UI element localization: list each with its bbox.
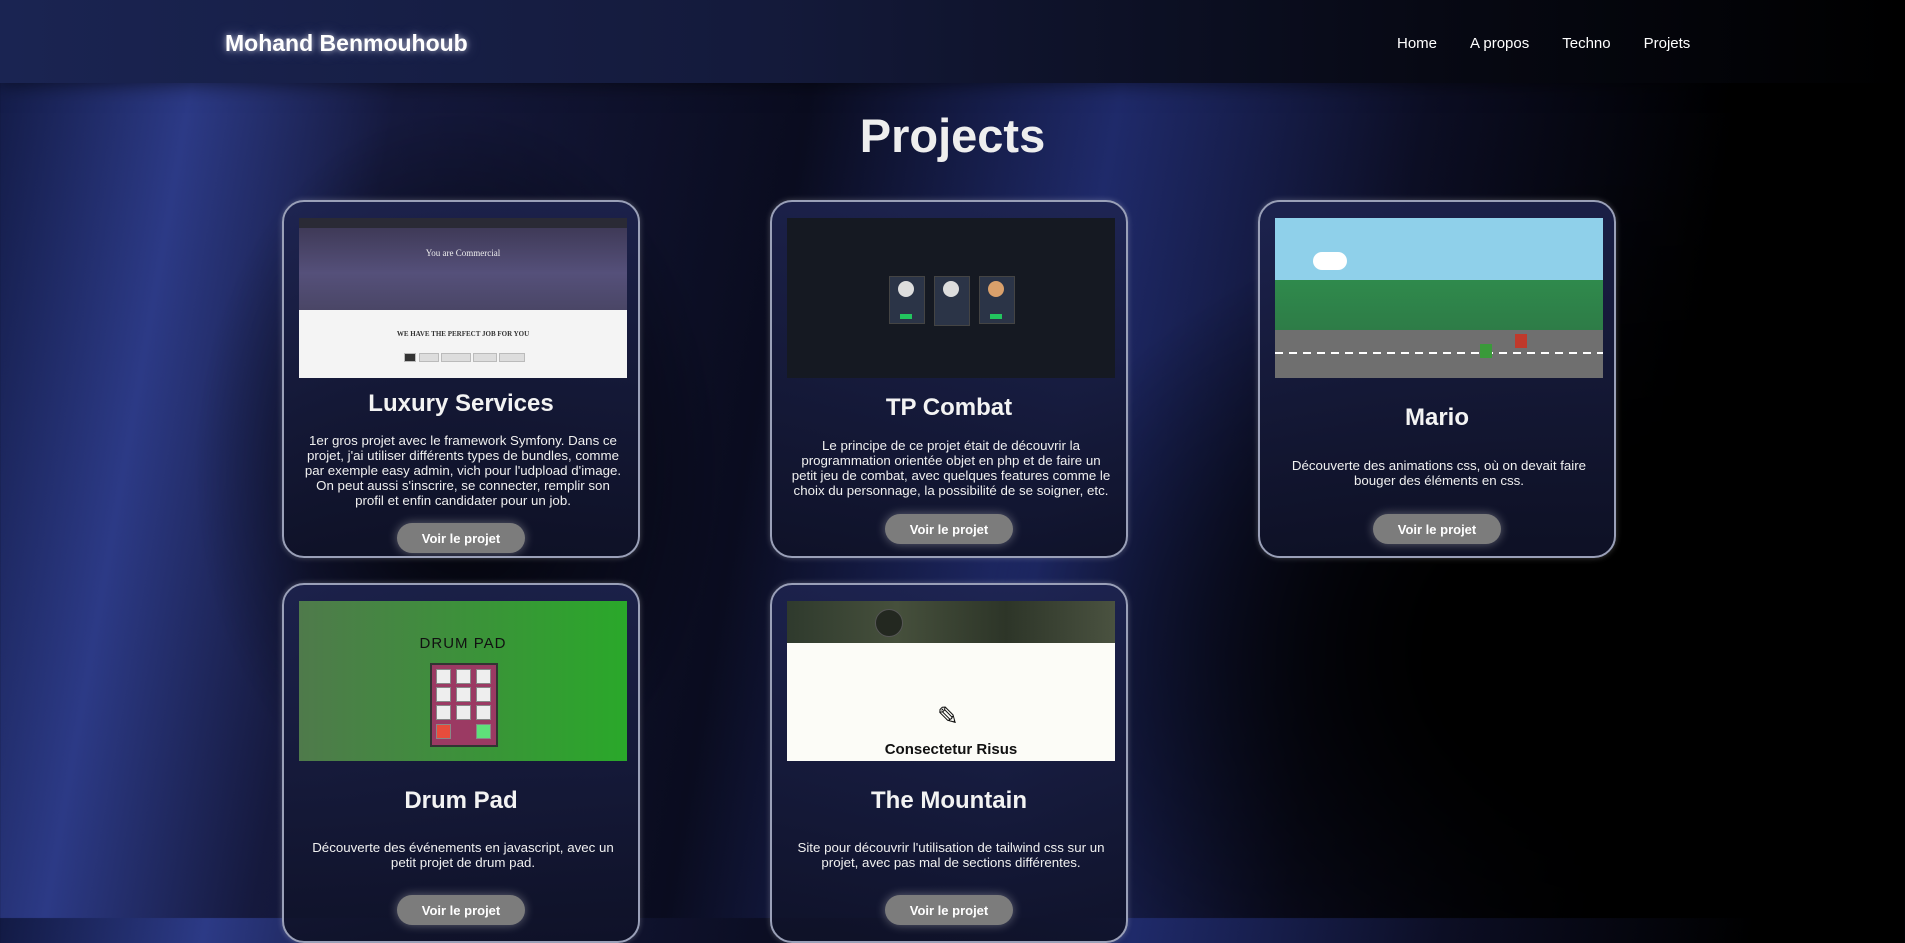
project-description: Le principe de ce projet était de découv…	[791, 438, 1111, 498]
project-description: 1er gros projet avec le framework Symfon…	[304, 433, 622, 508]
project-description: Site pour découvrir l'utilisation de tai…	[797, 840, 1105, 870]
pencil-icon: ✎	[937, 701, 959, 731]
nav-home[interactable]: Home	[1397, 35, 1437, 52]
cloud-icon	[1313, 252, 1347, 270]
project-card-drum-pad: DRUM PAD Drum Pad Découverte des événeme…	[282, 583, 640, 943]
project-description: Découverte des animations css, où on dev…	[1291, 458, 1587, 488]
view-project-button[interactable]: Voir le projet	[885, 895, 1013, 925]
project-thumbnail	[787, 218, 1115, 378]
project-card-the-mountain: ✎ Consectetur Risus The Mountain Site po…	[770, 583, 1128, 943]
project-thumbnail: You are Commercial WE HAVE THE PERFECT J…	[299, 218, 627, 378]
project-card-mario: Mario Découverte des animations css, où …	[1258, 200, 1616, 558]
project-title: Luxury Services	[368, 390, 554, 417]
drum-pad-grid	[430, 663, 498, 747]
thumb-heading: WE HAVE THE PERFECT JOB FOR YOU	[396, 330, 530, 338]
luigi-kart-icon	[1480, 344, 1492, 358]
nav-projets[interactable]: Projets	[1644, 35, 1691, 52]
site-header: Mohand Benmouhoub Home A propos Techno P…	[0, 0, 1905, 83]
project-card-luxury-services: You are Commercial WE HAVE THE PERFECT J…	[282, 200, 640, 558]
project-thumbnail: DRUM PAD	[299, 601, 627, 761]
project-title: TP Combat	[885, 394, 1013, 421]
thumb-hero-text: You are Commercial	[425, 248, 501, 258]
page-title: Projects	[859, 109, 1046, 162]
view-project-button[interactable]: Voir le projet	[397, 895, 525, 925]
view-project-button[interactable]: Voir le projet	[1373, 514, 1501, 544]
project-title: The Mountain	[871, 787, 1027, 814]
site-logo[interactable]: Mohand Benmouhoub	[225, 30, 468, 57]
thumb-heading: DRUM PAD	[419, 635, 507, 652]
mario-kart-icon	[1515, 334, 1527, 348]
nav-techno[interactable]: Techno	[1562, 35, 1610, 52]
nav-a-propos[interactable]: A propos	[1470, 35, 1529, 52]
view-project-button[interactable]: Voir le projet	[397, 523, 525, 553]
project-description: Découverte des événements en javascript,…	[312, 840, 614, 870]
project-title: Mario	[1404, 404, 1469, 431]
project-thumbnail: ✎ Consectetur Risus	[787, 601, 1115, 761]
view-project-button[interactable]: Voir le projet	[885, 514, 1013, 544]
project-card-tp-combat: TP Combat Le principe de ce projet était…	[770, 200, 1128, 558]
main-nav: Home A propos Techno Projets	[1397, 35, 1690, 52]
thumb-caption: Consectetur Risus	[884, 741, 1018, 758]
project-title: Drum Pad	[404, 787, 518, 814]
project-thumbnail	[1275, 218, 1603, 378]
